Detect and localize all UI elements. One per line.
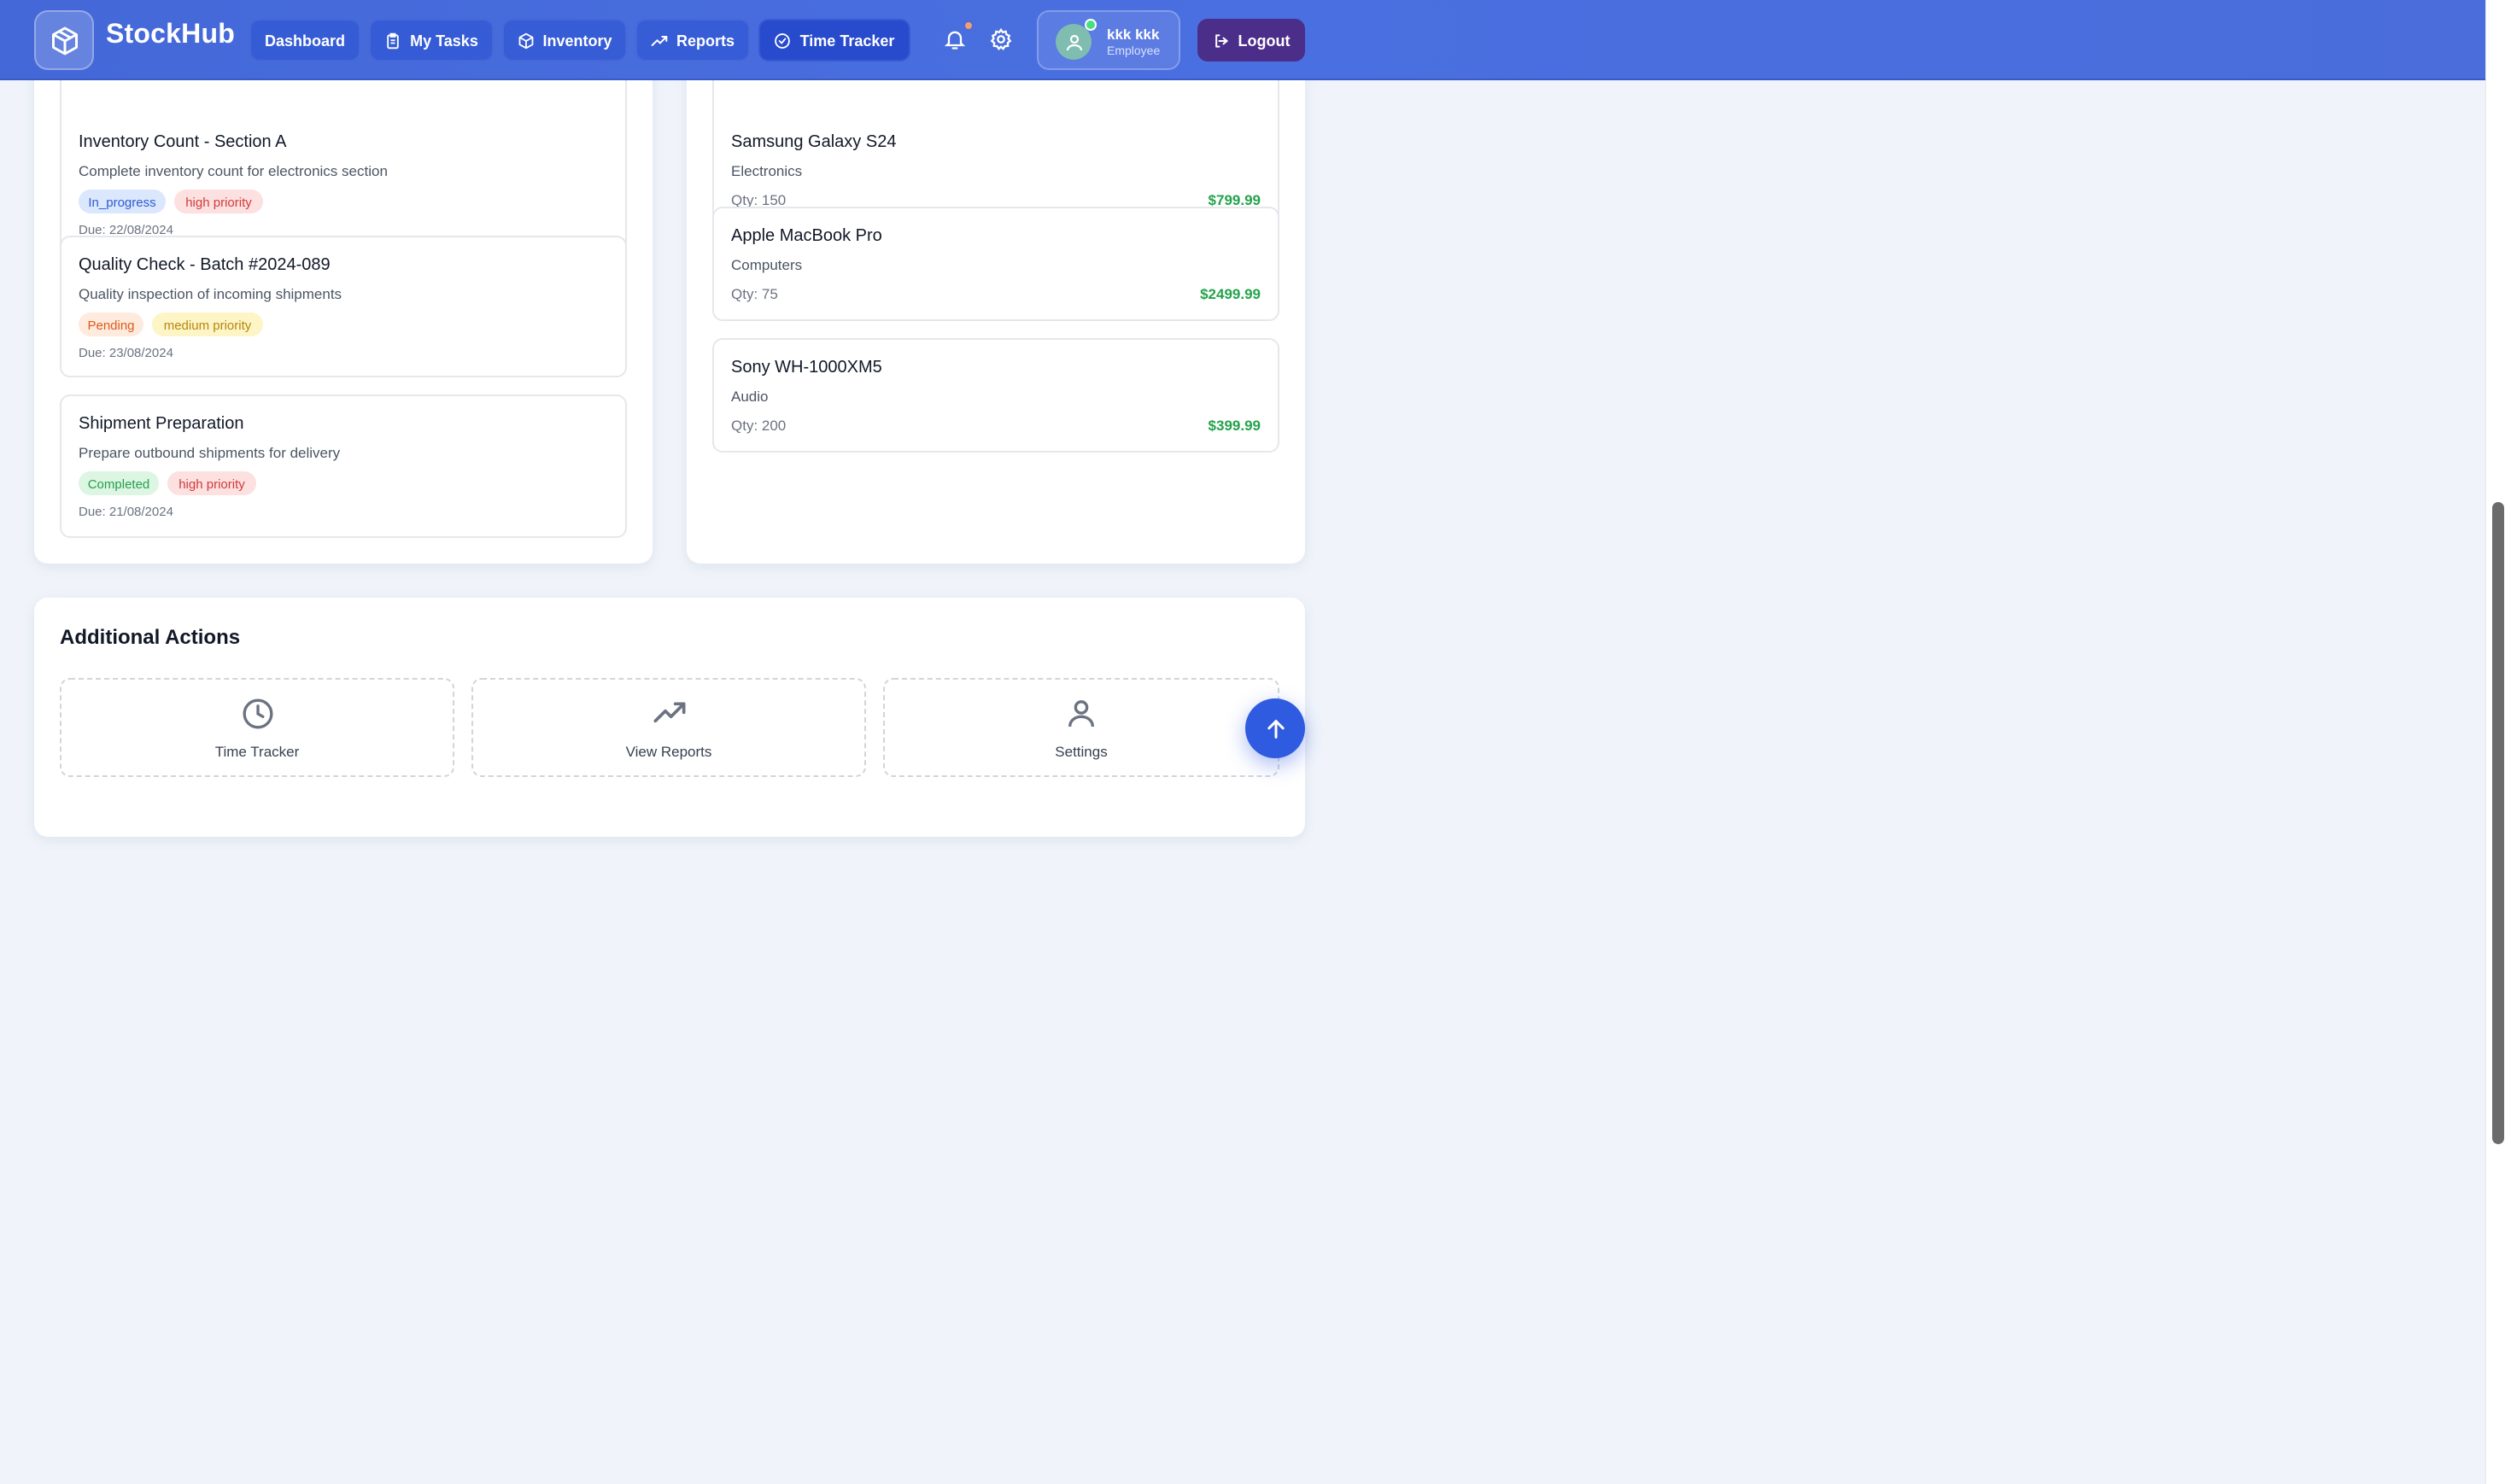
nav-time-tracker-label: Time Tracker [799, 32, 895, 49]
additional-actions-panel: Additional Actions Time Tracker View Rep… [34, 598, 1305, 837]
nav-my-tasks[interactable]: My Tasks [369, 19, 494, 61]
task-description: Prepare outbound shipments for delivery [79, 444, 341, 461]
nav-inventory[interactable]: Inventory [502, 19, 627, 61]
top-navbar: StockHub Dashboard My Tasks Inventory Re… [0, 0, 2485, 80]
priority-badge: high priority [167, 471, 256, 495]
user-icon [1068, 700, 1094, 727]
check-circle-icon [775, 32, 791, 48]
nav-time-tracker[interactable]: Time Tracker [758, 19, 910, 61]
product-category: Audio [731, 388, 769, 405]
task-title: Shipment Preparation [79, 415, 244, 434]
task-card[interactable]: Inventory Count - Section A Complete inv… [60, 68, 627, 253]
product-card[interactable]: Sony WH-1000XM5 Audio Qty: 200 $399.99 [712, 338, 1279, 453]
product-name: Apple MacBook Pro [731, 227, 882, 246]
action-label: Settings [1055, 743, 1108, 760]
clipboard-icon [387, 32, 399, 49]
logout-icon [1215, 33, 1228, 47]
product-price: $799.99 [1208, 191, 1261, 208]
action-label: Time Tracker [214, 743, 300, 760]
arrow-up-icon [1267, 719, 1284, 738]
task-description: Complete inventory count for electronics… [79, 162, 388, 179]
nav-dashboard[interactable]: Dashboard [249, 19, 360, 61]
nav-dashboard-label: Dashboard [264, 32, 345, 49]
product-quantity: Qty: 200 [731, 417, 787, 434]
priority-badge: high priority [174, 190, 263, 213]
notification-dot [963, 20, 974, 31]
product-category: Computers [731, 256, 803, 273]
product-quantity: Qty: 150 [731, 191, 787, 208]
product-price: $2499.99 [1200, 285, 1261, 302]
logout-label: Logout [1238, 32, 1291, 49]
package-icon [518, 32, 533, 49]
nav-inventory-label: Inventory [542, 32, 612, 49]
notifications-button[interactable] [941, 26, 969, 53]
action-time-tracker[interactable]: Time Tracker [60, 678, 454, 777]
scrollbar-thumb[interactable] [2492, 502, 2504, 1144]
user-profile[interactable]: kkk kkk Employee [1037, 10, 1180, 70]
status-badge: Pending [79, 313, 143, 336]
task-card[interactable]: Quality Check - Batch #2024-089 Quality … [60, 236, 627, 377]
task-title: Inventory Count - Section A [79, 133, 287, 152]
status-badge: In_progress [79, 190, 166, 213]
task-card[interactable]: Shipment Preparation Prepare outbound sh… [60, 394, 627, 538]
nav-reports-label: Reports [676, 32, 735, 49]
task-due-date: Due: 21/08/2024 [79, 504, 173, 519]
logo[interactable] [34, 10, 94, 70]
user-icon [1065, 33, 1082, 50]
priority-badge: medium priority [152, 313, 263, 336]
product-category: Electronics [731, 162, 803, 179]
logout-button[interactable]: Logout [1197, 19, 1305, 61]
user-role: Employee [1107, 46, 1161, 58]
product-quantity: Qty: 75 [731, 285, 778, 302]
trending-up-icon [653, 702, 685, 723]
product-card[interactable]: Samsung Galaxy S24 Electronics Qty: 150 … [712, 68, 1279, 224]
inventory-panel: Samsung Galaxy S24 Electronics Qty: 150 … [687, 34, 1305, 564]
trending-up-icon [651, 35, 668, 45]
scroll-to-top-button[interactable] [1245, 698, 1305, 758]
brand-name[interactable]: StockHub [106, 20, 235, 51]
action-label: View Reports [625, 743, 712, 760]
product-name: Sony WH-1000XM5 [731, 359, 882, 377]
clock-icon [242, 698, 272, 729]
task-due-date: Due: 23/08/2024 [79, 345, 173, 360]
cube-icon [51, 26, 77, 55]
action-settings[interactable]: Settings [883, 678, 1279, 777]
online-status-dot [1085, 19, 1097, 31]
status-badge: Completed [79, 471, 159, 495]
product-price: $399.99 [1208, 417, 1261, 434]
product-name: Samsung Galaxy S24 [731, 133, 897, 152]
action-view-reports[interactable]: View Reports [471, 678, 866, 777]
task-description: Quality inspection of incoming shipments [79, 285, 342, 302]
user-name: kkk kkk [1107, 26, 1160, 43]
tasks-panel: Inventory Count - Section A Complete inv… [34, 34, 653, 564]
settings-button[interactable] [987, 26, 1015, 53]
bell-icon [944, 31, 966, 50]
page: StockHub Dashboard My Tasks Inventory Re… [0, 0, 2485, 1484]
section-title: Additional Actions [60, 625, 241, 649]
nav-reports[interactable]: Reports [635, 19, 750, 61]
task-title: Quality Check - Batch #2024-089 [79, 256, 331, 275]
product-card[interactable]: Apple MacBook Pro Computers Qty: 75 $249… [712, 207, 1279, 321]
gear-icon [990, 27, 1012, 51]
nav-my-tasks-label: My Tasks [410, 32, 478, 49]
